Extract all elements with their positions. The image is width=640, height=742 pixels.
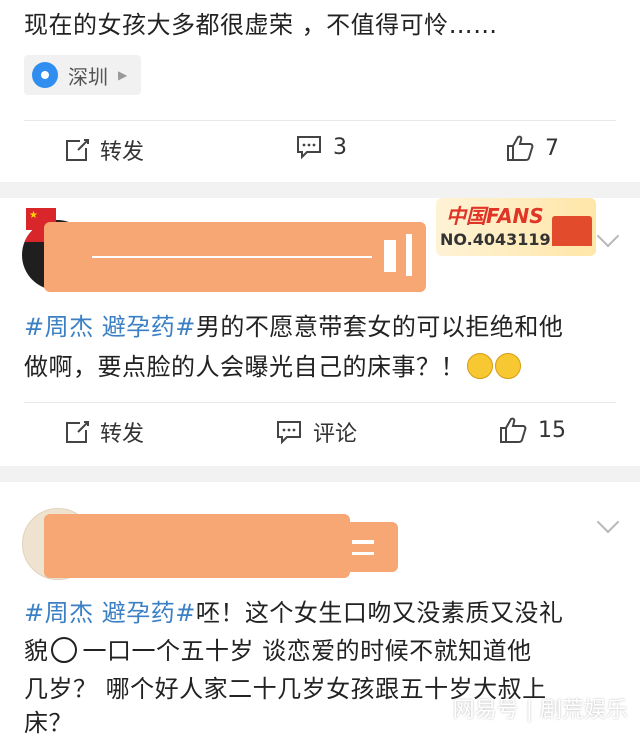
redaction-mark xyxy=(352,552,374,555)
location-pin-icon xyxy=(32,62,58,88)
grin-emoji-icon xyxy=(467,353,493,379)
fans-badge-title: 中国FANS xyxy=(446,204,544,228)
repost-icon xyxy=(66,421,89,443)
grin-emoji-icon xyxy=(495,353,521,379)
repost-button[interactable]: 转发 xyxy=(64,416,144,448)
repost-label: 转发 xyxy=(100,140,145,165)
comment-icon xyxy=(297,136,321,160)
like-count: 15 xyxy=(538,417,566,443)
redacted-username xyxy=(44,514,350,578)
chevron-down-icon[interactable] xyxy=(596,510,620,534)
thumbs-up-icon xyxy=(507,135,534,161)
redaction-mark xyxy=(406,234,412,276)
location-tag[interactable]: 深圳 ▶ xyxy=(24,55,142,95)
redaction-mark xyxy=(384,240,396,272)
like-count: 7 xyxy=(545,135,559,161)
comment-count: 3 xyxy=(333,134,347,160)
divider xyxy=(24,120,616,121)
feed-separator xyxy=(0,182,640,198)
post-text: 貌一口一个五十岁 谈恋爱的时候不就知道他 xyxy=(24,637,532,665)
topic-link[interactable]: #周杰 避孕药# xyxy=(24,599,196,627)
redaction-mark xyxy=(352,540,374,544)
divider xyxy=(24,402,616,403)
comment-icon xyxy=(277,421,301,445)
panda-emoji-icon xyxy=(50,637,77,663)
topic-link[interactable]: #周杰 避孕药# xyxy=(24,313,196,341)
gate-tower-icon xyxy=(552,216,592,246)
chevron-right-icon: ▶ xyxy=(118,68,128,82)
location-label: 深圳 xyxy=(68,64,108,89)
thumbs-up-icon xyxy=(500,417,527,443)
repost-label: 转发 xyxy=(100,422,145,447)
redaction-line xyxy=(92,256,372,258)
comment-button[interactable]: 3 xyxy=(295,134,347,160)
fans-badge-number: NO.4043119 xyxy=(440,230,551,249)
repost-icon xyxy=(66,139,89,161)
comment-label: 评论 xyxy=(313,422,358,447)
feed-separator xyxy=(0,466,640,482)
like-button[interactable]: 7 xyxy=(505,134,559,162)
post-text: #周杰 避孕药#呸！这个女生口吻又没素质又没礼 xyxy=(24,599,564,627)
fans-badge[interactable]: 中国FANS NO.4043119 xyxy=(436,198,596,256)
post-text: #周杰 避孕药#男的不愿意带套女的可以拒绝和他 xyxy=(24,313,564,341)
post-text: 现在的女孩大多都很虚荣 ，不值得可怜…… xyxy=(24,11,498,39)
like-button[interactable]: 15 xyxy=(498,416,566,444)
watermark: 网易号 | 剧荒娱乐 xyxy=(452,698,628,723)
repost-button[interactable]: 转发 xyxy=(64,134,144,166)
comment-button[interactable]: 评论 xyxy=(275,416,357,448)
chevron-down-icon[interactable] xyxy=(596,224,620,248)
redacted-username xyxy=(330,522,398,572)
post-text: 做啊，要点脸的人会曝光自己的床事？！ xyxy=(24,348,624,386)
